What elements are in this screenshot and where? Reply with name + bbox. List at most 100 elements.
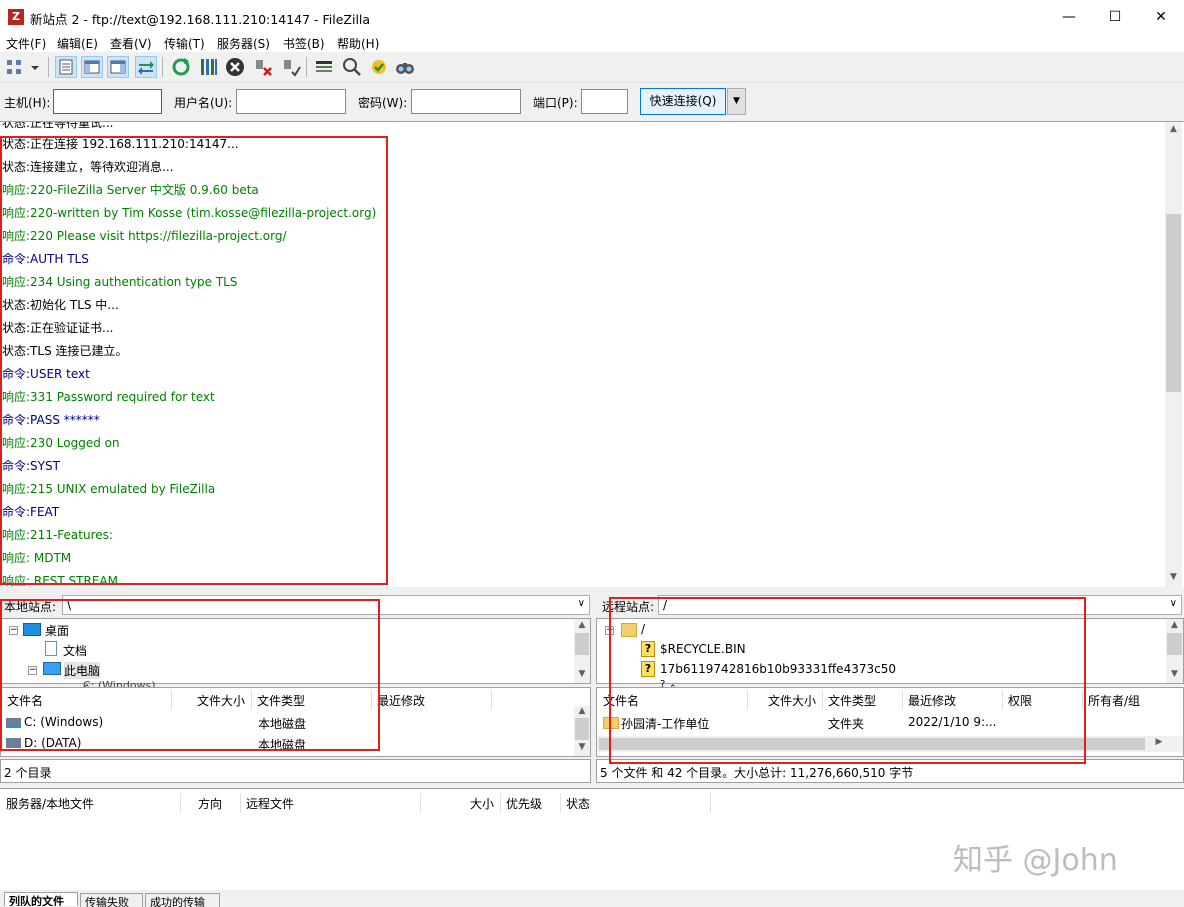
scroll-down-icon[interactable]: ▼ bbox=[1165, 572, 1182, 582]
column-filename[interactable]: 文件名 bbox=[7, 692, 43, 709]
collapse-icon[interactable]: − bbox=[605, 626, 614, 635]
remote-path-combo[interactable]: / ∨ bbox=[658, 595, 1182, 615]
column-modified[interactable]: 最近修改 bbox=[908, 692, 956, 709]
tab-failed-transfers[interactable]: 传输失败 bbox=[80, 893, 143, 907]
scroll-down-icon[interactable]: ▼ bbox=[574, 742, 590, 752]
menu-server[interactable]: 服务器(S) bbox=[217, 35, 270, 52]
local-row-type: 本地磁盘 bbox=[258, 738, 307, 752]
menu-file[interactable]: 文件(F) bbox=[6, 35, 46, 52]
remote-tree-root[interactable]: / bbox=[641, 622, 645, 636]
port-input[interactable] bbox=[581, 89, 628, 114]
queue-column-local-file[interactable]: 服务器/本地文件 bbox=[6, 795, 94, 812]
column-separator bbox=[902, 690, 903, 710]
scroll-thumb[interactable] bbox=[1167, 633, 1182, 655]
minimize-button[interactable]: — bbox=[1046, 0, 1092, 34]
queue-column-status[interactable]: 状态 bbox=[566, 795, 590, 812]
scroll-thumb[interactable] bbox=[575, 718, 589, 740]
column-filetype[interactable]: 文件类型 bbox=[257, 692, 305, 709]
remote-tree-scrollbar[interactable]: ▲ ▼ bbox=[1166, 619, 1183, 683]
local-status-bar: 2 个目录 bbox=[0, 759, 591, 783]
chevron-down-icon[interactable]: ∨ bbox=[578, 598, 585, 609]
toggle-log-icon[interactable] bbox=[55, 56, 77, 78]
tree-item-desktop[interactable]: 桌面 bbox=[45, 622, 69, 639]
log-prefix: 命令: bbox=[2, 252, 31, 266]
menu-edit[interactable]: 编辑(E) bbox=[57, 35, 98, 52]
local-path-combo[interactable]: \ ∨ bbox=[62, 595, 590, 615]
quickconnect-button[interactable]: 快速连接(Q) bbox=[640, 88, 726, 115]
column-separator bbox=[491, 690, 492, 710]
toggle-queue-icon[interactable] bbox=[135, 56, 157, 78]
scroll-right-icon[interactable]: ▶ bbox=[1152, 737, 1166, 747]
column-owner-group[interactable]: 所有者/组 bbox=[1088, 692, 1140, 709]
password-label: 密码(W): bbox=[358, 96, 408, 110]
menu-view[interactable]: 查看(V) bbox=[110, 35, 152, 52]
scroll-up-icon[interactable]: ▲ bbox=[1166, 620, 1183, 630]
scroll-up-icon[interactable]: ▲ bbox=[574, 706, 590, 716]
refresh-icon[interactable] bbox=[170, 56, 192, 78]
tree-item-documents[interactable]: 文档 bbox=[63, 642, 87, 659]
queue-column-size[interactable]: 大小 bbox=[470, 795, 494, 812]
tab-successful-transfers[interactable]: 成功的传输 bbox=[145, 893, 220, 907]
log-line: 响应:331 Password required for text bbox=[2, 388, 215, 405]
collapse-icon[interactable]: − bbox=[28, 666, 37, 675]
scroll-up-icon[interactable]: ▲ bbox=[574, 620, 590, 630]
tree-item-this-pc[interactable]: 此电脑 bbox=[64, 662, 101, 679]
chevron-down-icon[interactable]: ∨ bbox=[1170, 598, 1177, 609]
log-scrollbar[interactable]: ▲ ▼ bbox=[1165, 122, 1182, 587]
column-filename[interactable]: 文件名 bbox=[603, 692, 639, 709]
search-files-icon[interactable] bbox=[394, 56, 416, 78]
column-separator bbox=[1082, 690, 1083, 710]
log-prefix: 命令: bbox=[2, 505, 31, 519]
username-label: 用户名(U): bbox=[174, 96, 233, 110]
scroll-thumb[interactable] bbox=[575, 633, 589, 655]
remote-tree-item[interactable]: 17b6119742816b10b93331ffe4373c50 bbox=[660, 662, 896, 676]
column-permissions[interactable]: 权限 bbox=[1008, 692, 1032, 709]
remote-tree-item[interactable]: $RECYCLE.BIN bbox=[660, 642, 746, 656]
local-row-name[interactable]: C: (Windows) bbox=[24, 715, 103, 729]
quickconnect-history-dropdown[interactable]: ▼ bbox=[727, 88, 746, 115]
reconnect-icon[interactable] bbox=[280, 56, 302, 78]
local-row-name[interactable]: D: (DATA) bbox=[24, 736, 81, 750]
log-line: 响应:220 Please visit https://filezilla-pr… bbox=[2, 227, 287, 244]
toggle-local-tree-icon[interactable] bbox=[81, 56, 103, 78]
close-button[interactable]: ✕ bbox=[1138, 0, 1184, 34]
process-queue-icon[interactable] bbox=[198, 56, 220, 78]
scroll-thumb[interactable] bbox=[599, 738, 1145, 750]
cancel-operation-icon[interactable] bbox=[224, 56, 246, 78]
directory-listing-filter-icon[interactable] bbox=[313, 56, 335, 78]
local-list-scrollbar[interactable]: ▲ ▼ bbox=[574, 706, 590, 756]
password-input[interactable] bbox=[411, 89, 521, 114]
log-prefix: 响应: bbox=[2, 574, 31, 587]
collapse-icon[interactable]: − bbox=[9, 626, 18, 635]
menu-bookmarks[interactable]: 书签(B) bbox=[283, 35, 325, 52]
column-filetype[interactable]: 文件类型 bbox=[828, 692, 876, 709]
tab-queued-files[interactable]: 列队的文件 bbox=[4, 892, 78, 906]
remote-list-hscrollbar[interactable]: ▶ bbox=[597, 736, 1183, 752]
toggle-remote-tree-icon[interactable] bbox=[107, 56, 129, 78]
site-manager-icon[interactable] bbox=[4, 56, 26, 78]
menu-help[interactable]: 帮助(H) bbox=[337, 35, 379, 52]
scroll-down-icon[interactable]: ▼ bbox=[574, 669, 590, 679]
log-scroll-thumb[interactable] bbox=[1166, 214, 1181, 392]
column-modified[interactable]: 最近修改 bbox=[377, 692, 425, 709]
column-separator bbox=[251, 690, 252, 710]
compare-directories-icon[interactable] bbox=[341, 56, 363, 78]
column-filesize[interactable]: 文件大小 bbox=[197, 692, 245, 709]
menu-transfer[interactable]: 传输(T) bbox=[164, 35, 205, 52]
column-filesize[interactable]: 文件大小 bbox=[768, 692, 816, 709]
synchronized-browsing-icon[interactable] bbox=[368, 56, 390, 78]
local-tree-scrollbar[interactable]: ▲ ▼ bbox=[574, 619, 590, 683]
log-line: 响应:230 Logged on bbox=[2, 434, 120, 451]
queue-column-priority[interactable]: 优先级 bbox=[506, 795, 542, 812]
username-input[interactable] bbox=[236, 89, 346, 114]
queue-column-remote-file[interactable]: 远程文件 bbox=[246, 795, 294, 812]
scroll-down-icon[interactable]: ▼ bbox=[1166, 669, 1183, 679]
scroll-up-icon[interactable]: ▲ bbox=[1165, 124, 1182, 134]
remote-row-name[interactable]: 孙园清-工作单位 bbox=[621, 715, 709, 732]
queue-column-direction[interactable]: 方向 bbox=[198, 795, 222, 812]
site-manager-dropdown-icon[interactable] bbox=[28, 56, 42, 78]
host-input[interactable] bbox=[53, 89, 162, 114]
maximize-button[interactable]: ☐ bbox=[1092, 0, 1138, 34]
disconnect-icon[interactable] bbox=[252, 56, 274, 78]
log-message: MDTM bbox=[30, 551, 72, 565]
